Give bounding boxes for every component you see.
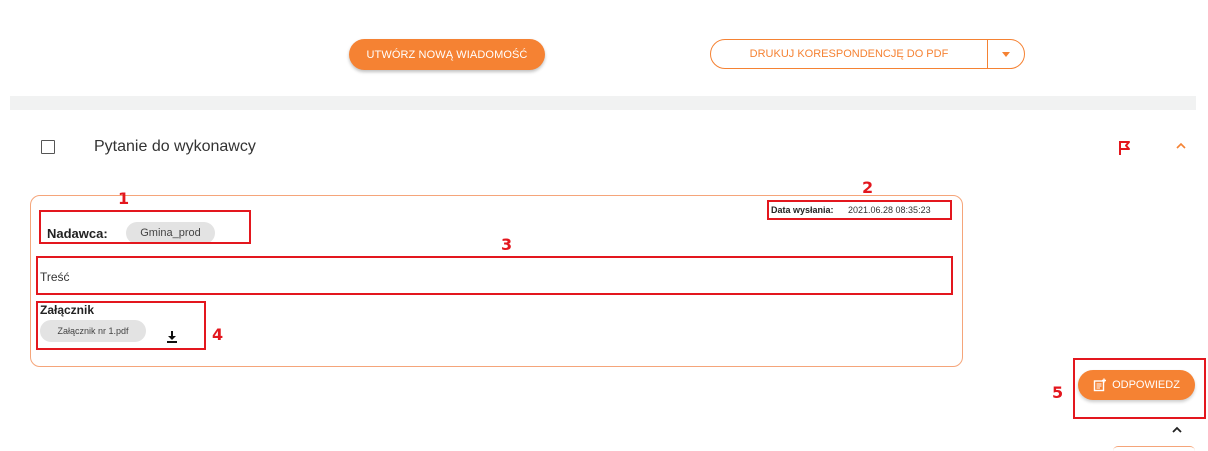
next-item-edge	[1113, 446, 1195, 451]
reply-icon	[1093, 378, 1107, 392]
annotation-number-4: 4	[212, 325, 224, 344]
section-separator	[10, 96, 1196, 110]
caret-down-icon	[1002, 51, 1010, 57]
annotation-number-3: 3	[501, 235, 513, 254]
annotation-number-5: 5	[1052, 383, 1064, 402]
annotation-box-3	[36, 256, 953, 295]
chevron-up-icon[interactable]	[1175, 142, 1187, 150]
print-pdf-button[interactable]: DRUKUJ KORESPONDENCJĘ DO PDF	[711, 40, 987, 68]
print-dropdown-toggle[interactable]	[988, 40, 1024, 68]
annotation-number-1: 1	[118, 189, 130, 208]
message-select-checkbox[interactable]	[41, 140, 55, 154]
new-message-button[interactable]: UTWÓRZ NOWĄ WIADOMOŚĆ	[349, 39, 545, 70]
reply-button[interactable]: ODPOWIEDZ	[1078, 370, 1195, 400]
message-subject[interactable]: Pytanie do wykonawcy	[94, 138, 256, 156]
annotation-box-2	[767, 200, 952, 220]
print-pdf-dropdown[interactable]: DRUKUJ KORESPONDENCJĘ DO PDF	[710, 39, 1025, 69]
annotation-box-4	[36, 301, 206, 350]
scroll-top-chevron-icon[interactable]	[1171, 426, 1183, 434]
reply-label: ODPOWIEDZ	[1112, 379, 1180, 391]
annotation-box-1	[39, 210, 251, 244]
annotation-number-2: 2	[862, 178, 874, 197]
flag-icon[interactable]	[1118, 140, 1132, 156]
